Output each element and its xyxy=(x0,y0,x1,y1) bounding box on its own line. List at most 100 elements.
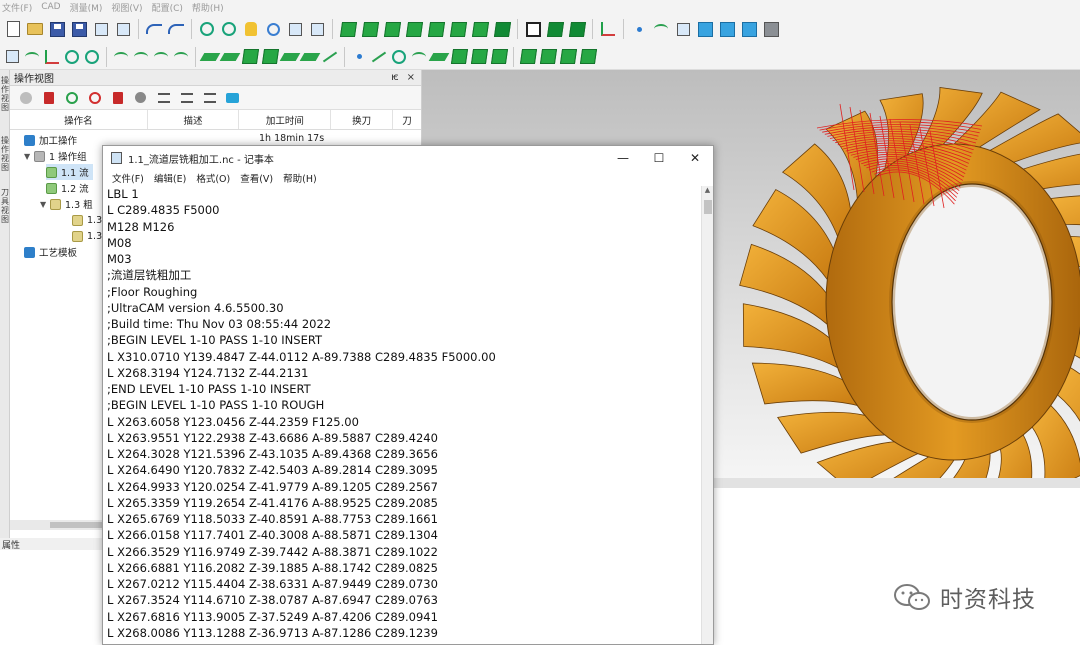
col-machining-time[interactable]: 加工时间 xyxy=(239,110,332,129)
minimize-button[interactable]: — xyxy=(605,146,641,170)
redo-icon[interactable] xyxy=(167,20,185,38)
tree-group[interactable]: ▼ 1 操作组 xyxy=(24,148,87,164)
point-icon[interactable] xyxy=(630,20,648,38)
dock-tab-operations-2[interactable]: 操作视图 xyxy=(0,136,10,172)
rotate-center-icon[interactable] xyxy=(220,20,238,38)
tree-item-1-3-b[interactable]: 1.3 xyxy=(72,228,102,244)
axis-icon[interactable] xyxy=(599,20,617,38)
box2-icon[interactable] xyxy=(470,49,488,65)
view-iso-icon[interactable] xyxy=(339,20,357,38)
col-operation-name[interactable]: 操作名 xyxy=(10,110,148,129)
tree-item-1-1[interactable]: 1.1 流 xyxy=(46,164,93,180)
view-back-icon[interactable] xyxy=(449,20,467,38)
grid-icon[interactable] xyxy=(4,49,20,65)
wave-icon[interactable] xyxy=(411,49,427,65)
menu-view[interactable]: 视图(V) xyxy=(111,1,151,14)
np-menu-edit[interactable]: 编辑(E) xyxy=(149,171,191,185)
scroll-up-icon[interactable]: ▲ xyxy=(702,186,713,198)
view-left-icon[interactable] xyxy=(405,20,423,38)
tool-icon[interactable] xyxy=(157,91,170,104)
tree-item-1-3-a[interactable]: 1.3 xyxy=(72,212,102,228)
transform3-icon[interactable] xyxy=(559,49,577,65)
disable-icon[interactable] xyxy=(88,91,101,104)
viewport-scrollbar[interactable] xyxy=(712,478,1080,488)
tree-item-1-2[interactable]: 1.2 流 xyxy=(46,180,89,196)
view-top-icon[interactable] xyxy=(383,20,401,38)
plane-icon[interactable] xyxy=(428,49,450,65)
scroll-thumb[interactable] xyxy=(50,522,110,528)
menu-file[interactable]: 文件(F) xyxy=(2,1,41,14)
view-rotate-icon[interactable] xyxy=(493,20,511,38)
maximize-button[interactable]: ☐ xyxy=(641,146,677,170)
panel-float-button[interactable]: ѥ xyxy=(391,72,399,83)
zoom-window-icon[interactable] xyxy=(286,20,304,38)
calculate-icon[interactable] xyxy=(111,91,124,104)
dot-icon[interactable] xyxy=(351,49,367,65)
menu-measure[interactable]: 测量(M) xyxy=(70,1,112,14)
save-icon[interactable] xyxy=(48,20,66,38)
box3-icon[interactable] xyxy=(490,49,508,65)
add-operation-icon[interactable] xyxy=(19,91,32,104)
shaded-edges-icon[interactable] xyxy=(568,20,586,38)
target-icon[interactable] xyxy=(84,49,100,65)
dock-tab-operations[interactable]: 操作视图 xyxy=(0,76,10,112)
save-as-icon[interactable] xyxy=(70,20,88,38)
sphere-icon[interactable] xyxy=(64,49,80,65)
properties-tab[interactable]: 属性 xyxy=(0,538,102,551)
postprocess-icon[interactable] xyxy=(226,91,239,104)
zoom-fit-icon[interactable] xyxy=(308,20,326,38)
settings-icon[interactable] xyxy=(114,20,132,38)
box-icon[interactable] xyxy=(450,49,468,65)
tree-root[interactable]: 加工操作 xyxy=(14,132,77,148)
surface-tool2-icon[interactable] xyxy=(219,49,241,65)
view-right-icon[interactable] xyxy=(427,20,445,38)
stock-icon[interactable] xyxy=(762,20,780,38)
toolpath-icon[interactable] xyxy=(322,49,338,65)
delete-icon[interactable] xyxy=(42,91,55,104)
transform2-icon[interactable] xyxy=(539,49,557,65)
panel-close-button[interactable]: × xyxy=(407,72,415,83)
nc-code-editor[interactable]: LBL 1 L C289.4835 F5000 M128 M126 M08 M03 ;流道… xyxy=(107,186,697,644)
circle-icon[interactable] xyxy=(391,49,407,65)
close-button[interactable]: ✕ xyxy=(677,146,713,170)
notepad-scrollbar[interactable]: ▲ xyxy=(701,186,713,644)
surface-tool6-icon[interactable] xyxy=(299,49,321,65)
dock-tab-tools[interactable]: 刀具视图 xyxy=(0,188,10,224)
gear-icon[interactable] xyxy=(134,91,147,104)
scroll-thumb[interactable] xyxy=(704,200,712,214)
np-menu-help[interactable]: 帮助(H) xyxy=(278,171,322,185)
measure-icon[interactable] xyxy=(44,49,60,65)
list2-icon[interactable] xyxy=(203,91,216,104)
layer-icon[interactable] xyxy=(696,20,714,38)
surface-tool5-icon[interactable] xyxy=(279,49,301,65)
open-folder-icon[interactable] xyxy=(26,20,44,38)
np-menu-view[interactable]: 查看(V) xyxy=(235,171,278,185)
col-description[interactable]: 描述 xyxy=(148,110,240,129)
spline-icon[interactable] xyxy=(113,49,129,65)
surface-tool-icon[interactable] xyxy=(199,49,221,65)
np-menu-format[interactable]: 格式(O) xyxy=(191,171,235,185)
menu-cad[interactable]: CAD xyxy=(41,2,69,12)
transform4-icon[interactable] xyxy=(579,49,597,65)
np-menu-file[interactable]: 文件(F) xyxy=(107,171,149,185)
solid-icon[interactable] xyxy=(740,20,758,38)
menu-help[interactable]: 帮助(H) xyxy=(192,1,233,14)
rotate-icon[interactable] xyxy=(198,20,216,38)
surface-tool4-icon[interactable] xyxy=(261,49,279,65)
spline3-icon[interactable] xyxy=(153,49,169,65)
menu-config[interactable]: 配置(C) xyxy=(152,1,192,14)
line-icon[interactable] xyxy=(371,49,387,65)
col-tool[interactable]: 刀 xyxy=(393,110,421,129)
zoom-icon[interactable] xyxy=(264,20,282,38)
enable-icon[interactable] xyxy=(65,91,78,104)
view-front-icon[interactable] xyxy=(361,20,379,38)
shaded-icon[interactable] xyxy=(546,20,564,38)
pan-hand-icon[interactable] xyxy=(242,20,260,38)
layer2-icon[interactable] xyxy=(718,20,736,38)
curve-icon[interactable] xyxy=(652,20,670,38)
curve-edit-icon[interactable] xyxy=(24,49,40,65)
spline4-icon[interactable] xyxy=(173,49,189,65)
new-file-icon[interactable] xyxy=(4,20,22,38)
undo-icon[interactable] xyxy=(145,20,163,38)
print-icon[interactable] xyxy=(92,20,110,38)
